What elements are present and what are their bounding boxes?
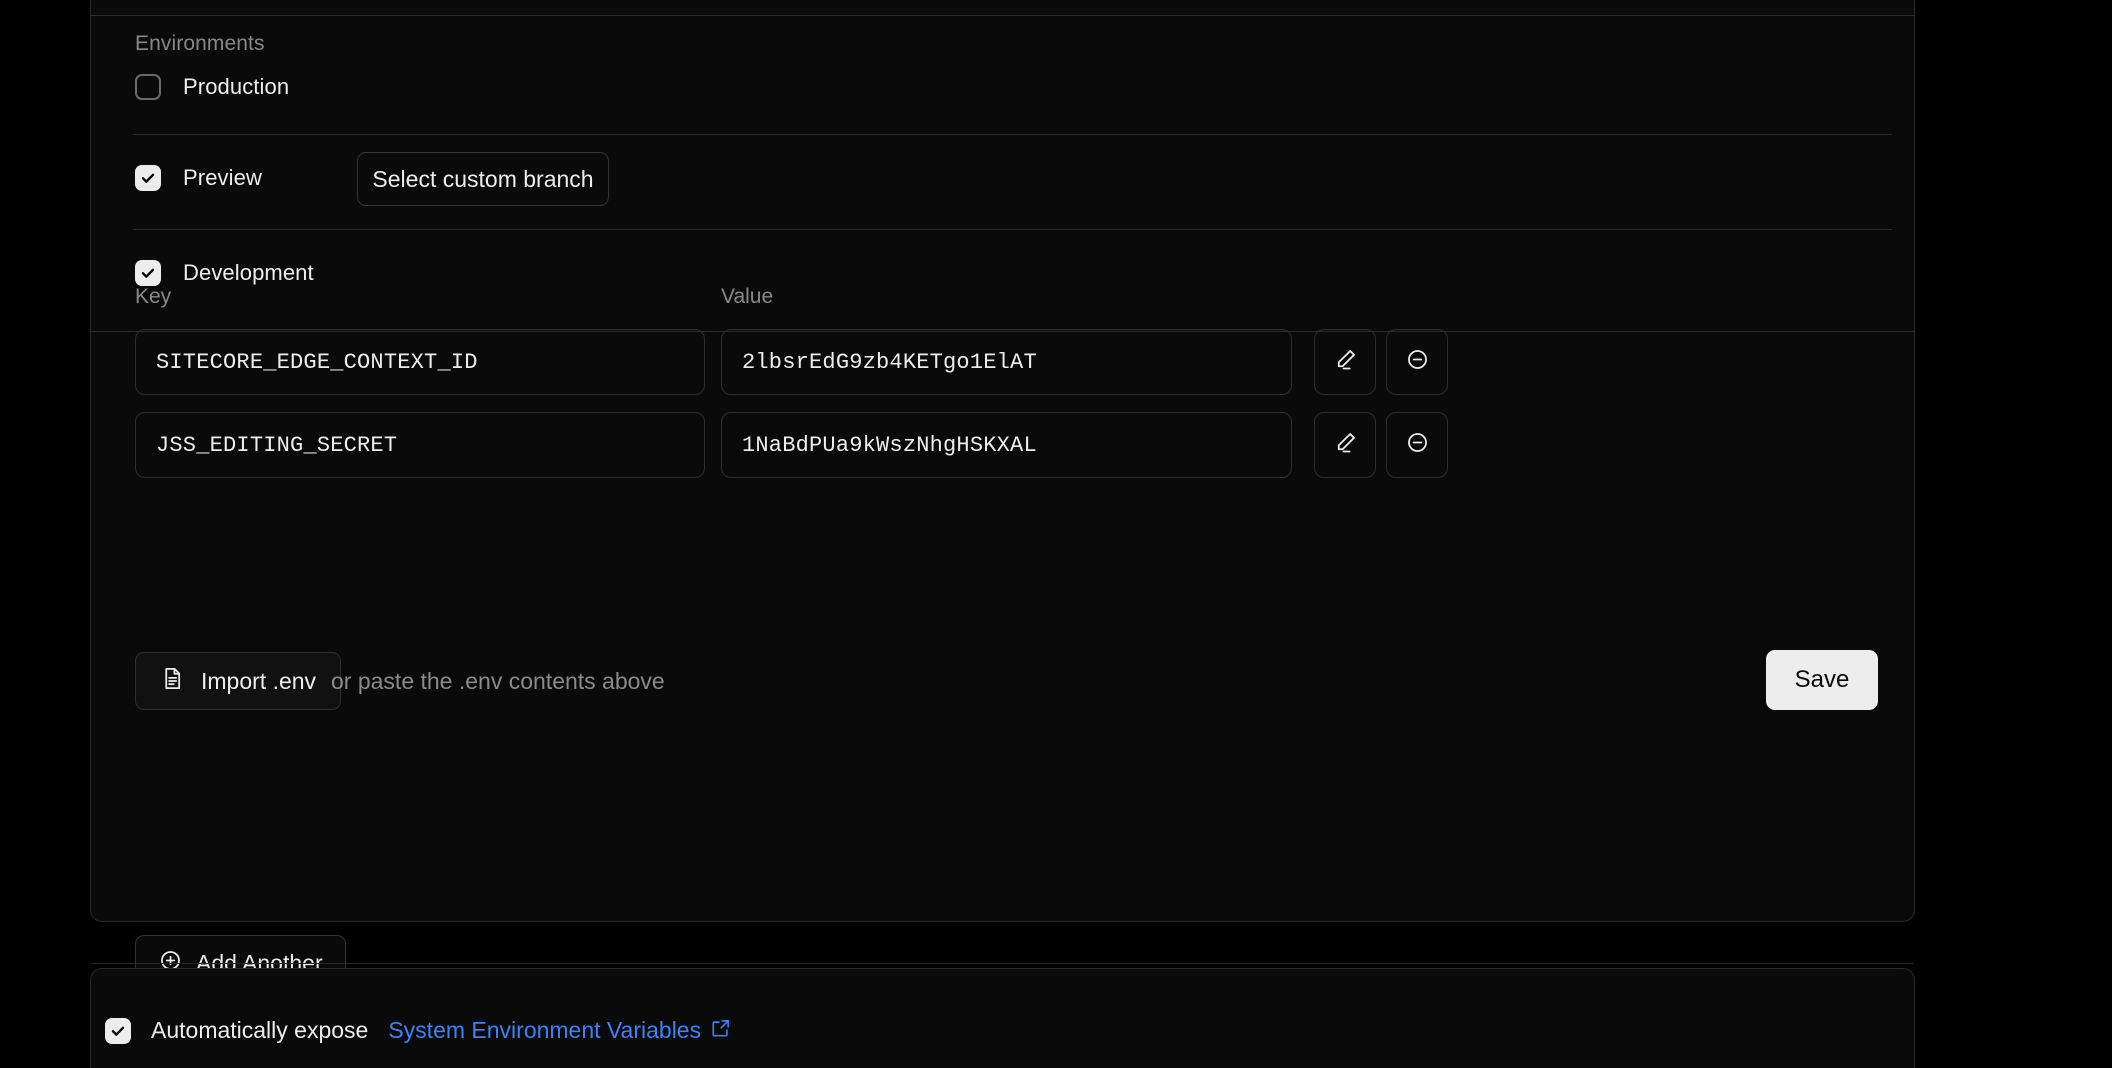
system-variables-link[interactable]: System Environment Variables [388,1017,701,1044]
minus-circle-icon [1405,430,1430,460]
environment-variables-card: Environments Production Preview Select c… [90,0,1915,991]
variables-section: Key Value SITECORE_EDGE_CONTEXT_ID 2lbsr… [133,285,1882,991]
system-variables-link-wrapper[interactable]: System Environment Variables [388,1017,732,1044]
checkbox-preview[interactable] [135,165,161,191]
environments-label: Environments [135,32,265,55]
external-link-icon [710,1017,732,1044]
value-input-0[interactable]: 2lbsrEdG9zb4KETgo1ElAT [721,329,1292,395]
key-input-0[interactable]: SITECORE_EDGE_CONTEXT_ID [135,329,705,395]
minus-circle-icon [1405,347,1430,377]
env-row-production[interactable]: Production [135,74,289,100]
env-row-preview[interactable]: Preview [135,165,262,191]
key-input-1[interactable]: JSS_EDITING_SECRET [135,412,705,478]
environment-variables-page: Environments Production Preview Select c… [0,0,2112,1068]
checkbox-production[interactable] [135,74,161,100]
divider-variables-footer [91,963,1914,964]
select-custom-branch-button[interactable]: Select custom branch [357,152,609,206]
column-header-value: Value [721,285,774,308]
import-footer: Import .env or paste the .env contents a… [133,632,1882,728]
edit-variable-button-1[interactable] [1314,412,1376,478]
card-content: Environments Production Preview Select c… [133,0,1892,991]
variable-row: SITECORE_EDGE_CONTEXT_ID 2lbsrEdG9zb4KET… [133,329,1882,395]
checkbox-development[interactable] [135,260,161,286]
checkbox-system-variables[interactable] [105,1017,131,1044]
value-input-1[interactable]: 1NaBdPUa9kWszNhgHSKXAL [721,412,1292,478]
variable-row: JSS_EDITING_SECRET 1NaBdPUa9kWszNhgHSKXA… [133,412,1882,478]
env-label-development: Development [183,260,314,285]
remove-variable-button-1[interactable] [1386,412,1448,478]
env-label-production: Production [183,74,290,99]
import-hint-text: or paste the .env contents above [331,668,665,694]
env-label-preview: Preview [183,165,262,190]
divider-production-preview [133,134,1892,135]
system-variables-text: Automatically expose [151,1017,369,1043]
env-row-development[interactable]: Development [135,260,314,286]
system-variables-row[interactable]: Automatically expose System Environment … [105,1017,732,1044]
divider-preview-development [133,229,1892,230]
pencil-icon [1333,430,1358,460]
document-icon [160,666,185,697]
divider-environments-variables [91,331,1914,332]
edit-variable-button-0[interactable] [1314,329,1376,395]
import-env-label: Import .env [201,667,317,694]
pencil-icon [1333,347,1358,377]
system-variables-card: Automatically expose System Environment … [90,968,1915,1068]
column-header-key: Key [135,285,172,308]
import-env-button[interactable]: Import .env [135,652,342,710]
remove-variable-button-0[interactable] [1386,329,1448,395]
save-button[interactable]: Save [1766,650,1878,710]
